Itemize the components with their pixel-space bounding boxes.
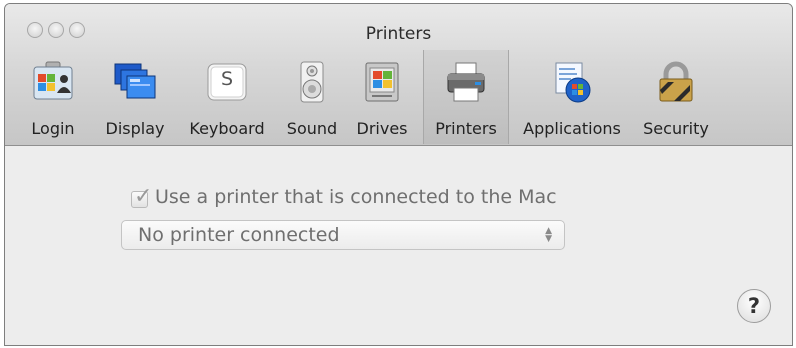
toolbar-item-keyboard[interactable]: S Keyboard	[183, 50, 271, 144]
printers-pane: ✓ Use a printer that is connected to the…	[5, 146, 792, 345]
toolbar-item-label: Applications	[523, 119, 621, 138]
toolbar-item-applications[interactable]: Applications	[515, 50, 629, 144]
toolbar-item-label: Security	[643, 119, 709, 138]
toolbar-item-label: Printers	[435, 119, 497, 138]
toolbar-item-label: Sound	[286, 119, 338, 138]
toolbar-item-login[interactable]: Login	[23, 50, 83, 144]
drive-icon	[365, 62, 399, 102]
login-icon	[33, 61, 73, 100]
toolbar-item-label: Keyboard	[189, 119, 265, 138]
toolbar-item-display[interactable]: Display	[98, 50, 172, 144]
printer-select-value: No printer connected	[138, 224, 340, 246]
key-glyph: S	[220, 68, 234, 90]
toolbar-item-security[interactable]: Security	[637, 50, 715, 144]
toolbar-item-label: Drives	[356, 119, 408, 138]
select-arrows-icon: ▲ ▼	[545, 226, 552, 244]
toolbar: Printers Login Display S Keyboard Sound …	[5, 4, 792, 146]
toolbar-item-sound[interactable]: Sound	[282, 50, 342, 144]
toolbar-item-drives[interactable]: Drives	[352, 50, 412, 144]
preferences-window: Printers Login Display S Keyboard Sound …	[4, 3, 793, 346]
printer-select[interactable]: No printer connected ▲ ▼	[121, 220, 565, 250]
use-printer-label: Use a printer that is connected to the M…	[155, 186, 557, 208]
speaker-icon	[300, 61, 324, 103]
printer-icon	[447, 62, 485, 102]
lock-icon	[659, 61, 693, 102]
help-button[interactable]: ?	[737, 289, 771, 323]
display-icon	[114, 63, 156, 99]
applications-icon	[555, 62, 591, 103]
toolbar-item-label: Login	[31, 119, 75, 138]
use-printer-checkbox[interactable]: ✓	[131, 184, 152, 209]
toolbar-item-printers[interactable]: Printers	[423, 50, 509, 144]
checkmark-icon: ✓	[134, 184, 153, 209]
window-title: Printers	[365, 24, 432, 44]
toolbar-item-label: Display	[105, 119, 165, 138]
